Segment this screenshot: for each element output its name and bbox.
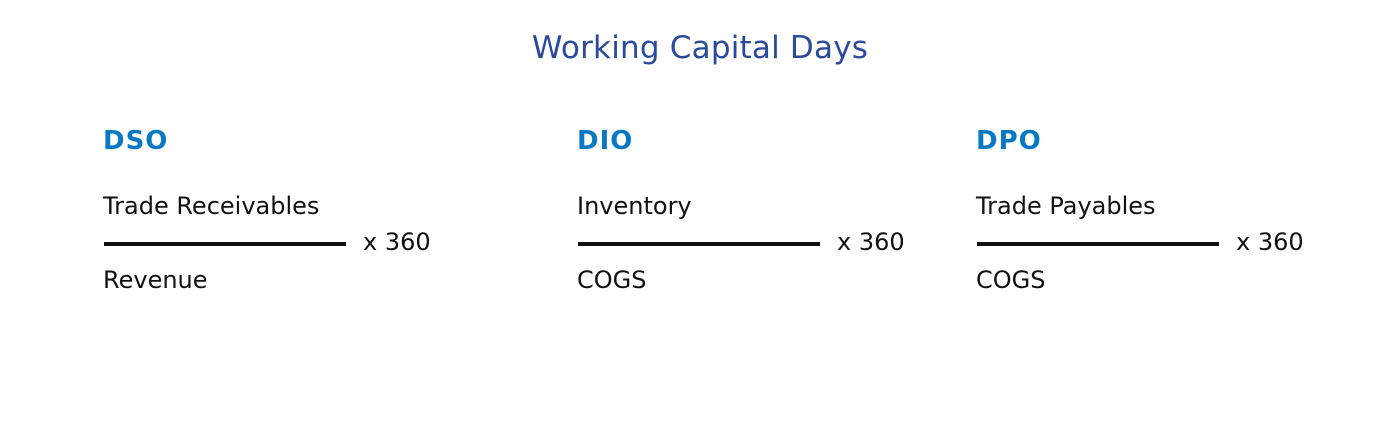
numerator-dso: Trade Receivables — [103, 192, 320, 220]
fraction-bar-dio — [578, 242, 820, 246]
metric-name-dio: DIO — [577, 126, 634, 156]
denominator-dso: Revenue — [103, 266, 208, 294]
page-title: Working Capital Days — [531, 30, 869, 66]
metric-name-dpo: DPO — [976, 126, 1042, 156]
multiplier-dio: x 360 — [837, 228, 905, 256]
numerator-dio: Inventory — [577, 192, 692, 220]
denominator-dpo: COGS — [976, 266, 1046, 294]
multiplier-dpo: x 360 — [1236, 228, 1304, 256]
multiplier-dso: x 360 — [363, 228, 431, 256]
metric-name-dso: DSO — [103, 126, 169, 156]
denominator-dio: COGS — [577, 266, 647, 294]
fraction-bar-dso — [104, 242, 346, 246]
numerator-dpo: Trade Payables — [976, 192, 1156, 220]
fraction-bar-dpo — [977, 242, 1219, 246]
